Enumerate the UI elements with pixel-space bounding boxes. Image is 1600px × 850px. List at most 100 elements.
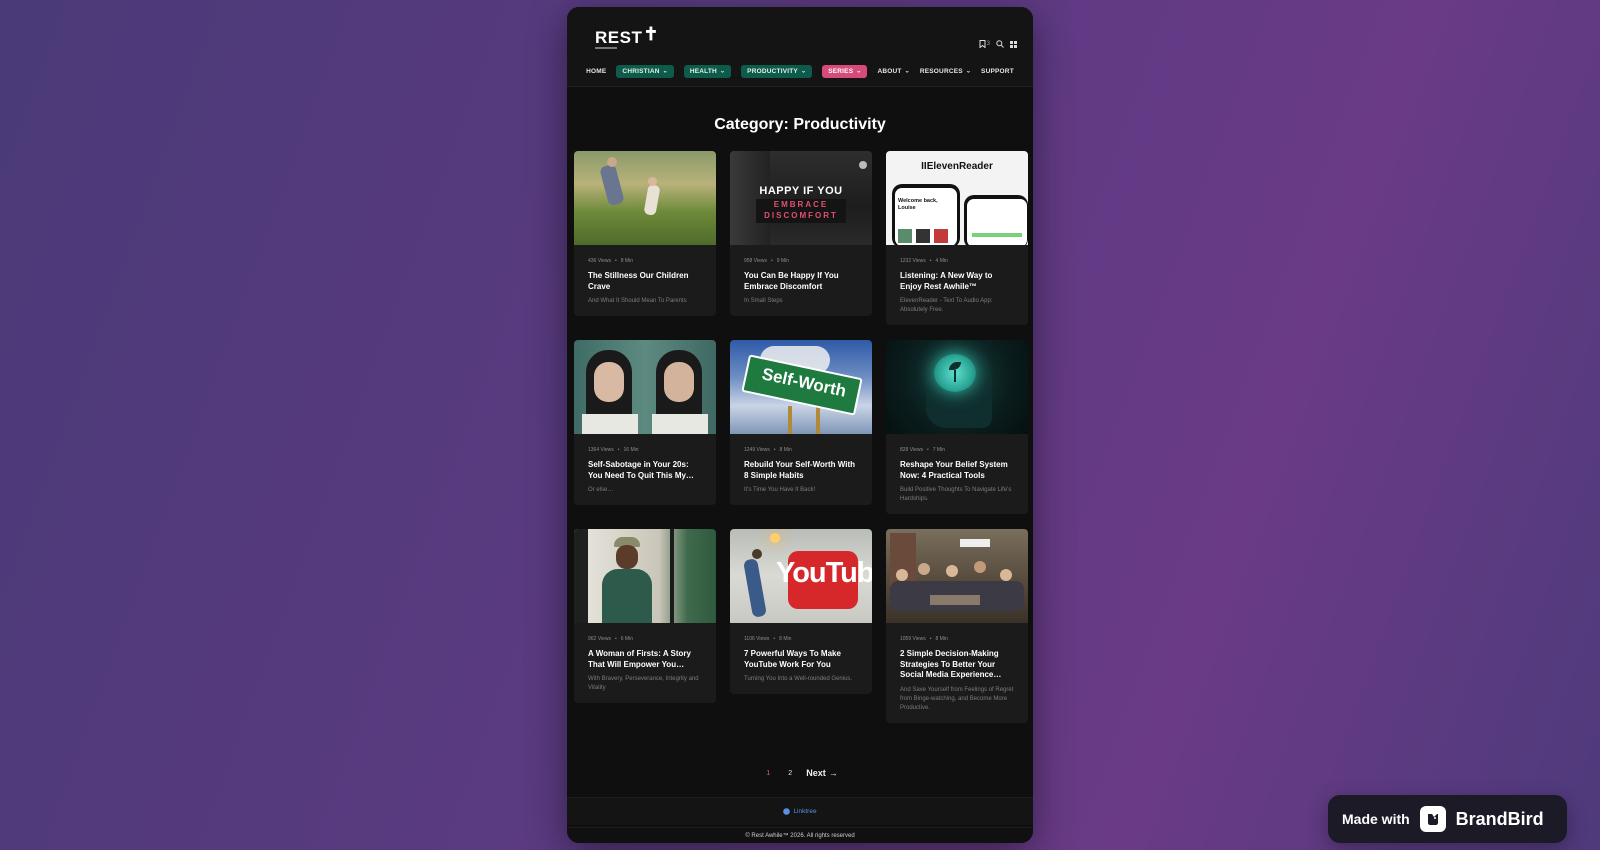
read-time: 8 Min xyxy=(779,636,792,642)
nav-label: HEALTH xyxy=(689,68,717,75)
post-card[interactable]: 436 Views • 8 Min The Stillness Our Childr… xyxy=(574,151,716,316)
post-thumbnail[interactable] xyxy=(574,340,716,434)
bookmark-button[interactable]: 3 xyxy=(979,40,990,48)
view-count: 1059 Views xyxy=(900,636,926,642)
next-page-button[interactable]: Next → xyxy=(806,768,838,778)
post-title[interactable]: 2 Simple Decision-Making Strategies To B… xyxy=(900,649,1014,681)
post-thumbnail[interactable]: YouTub xyxy=(730,529,872,623)
post-card[interactable]: Self-Worth 1249 Views • 8 Min Rebuild Your… xyxy=(730,340,872,505)
thumb-line-2: Welcome back, Louise xyxy=(898,198,938,211)
post-card[interactable]: 1059 Views • 8 Min 2 Simple Decision-Makin… xyxy=(886,529,1028,723)
post-thumbnail[interactable] xyxy=(574,529,716,623)
read-time: 8 Min xyxy=(935,636,948,642)
read-time: 6 Min xyxy=(620,636,633,642)
copyright: © Rest Awhile™ 2026. All rights reserved xyxy=(567,827,1033,843)
search-icon xyxy=(996,40,1004,48)
nav-label: HOME xyxy=(586,68,607,75)
page-link-1[interactable]: 1 xyxy=(762,767,774,779)
view-count: 436 Views xyxy=(588,258,611,264)
read-time: 8 Min xyxy=(620,258,633,264)
logo-text: REST xyxy=(595,28,643,47)
post-subtitle: And Save Yourself from Feelings of Regre… xyxy=(900,686,1014,711)
post-card[interactable]: HAPPY IF YOU EMBRACE DISCOMFORT 958 View… xyxy=(730,151,872,316)
post-title[interactable]: Rebuild Your Self-Worth With 8 Simple Ha… xyxy=(744,460,858,481)
nav-label: SUPPORT xyxy=(981,68,1014,75)
menu-grid-button[interactable] xyxy=(1010,40,1017,48)
read-time: 7 Min xyxy=(932,447,945,453)
post-card[interactable]: IIElevenReader Welcome back, Louise 1232… xyxy=(886,151,1028,325)
post-title[interactable]: You Can Be Happy If You Embrace Discomfo… xyxy=(744,271,858,292)
site-logo[interactable]: REST✝ xyxy=(595,24,659,48)
nav-item-support[interactable]: SUPPORT xyxy=(981,68,1014,75)
header-icons: 3 xyxy=(979,40,1017,48)
post-subtitle: Turning You Into a Well-rounded Genius. xyxy=(744,676,853,682)
nav-item-christian[interactable]: CHRISTIAN ⌄ xyxy=(616,65,674,78)
search-button[interactable] xyxy=(996,40,1004,48)
post-title[interactable]: The Stillness Our Children Crave xyxy=(588,271,702,292)
post-thumbnail[interactable] xyxy=(574,151,716,245)
post-title[interactable]: A Woman of Firsts: A Story That Will Emp… xyxy=(588,649,702,670)
post-subtitle: In Small Steps xyxy=(744,298,783,304)
view-count: 1364 Views xyxy=(588,447,614,453)
post-card[interactable]: 962 Views • 6 Min A Woman of Firsts: A Sto… xyxy=(574,529,716,703)
linktree-label: Linktree xyxy=(793,808,817,815)
view-count: 958 Views xyxy=(744,258,767,264)
post-thumbnail[interactable] xyxy=(886,529,1028,623)
next-label: Next xyxy=(806,768,826,778)
brandbird-logo-icon xyxy=(1419,806,1446,832)
nav-item-productivity[interactable]: PRODUCTIVITY ⌄ xyxy=(741,65,813,78)
brandbird-name: BrandBird xyxy=(1455,808,1544,829)
logo-underline xyxy=(595,47,617,49)
thumb-line-3: DISCOMFORT xyxy=(764,211,838,220)
post-subtitle: ElevenReader - Text To Audio App: Absolu… xyxy=(900,298,993,313)
view-count: 1106 Views xyxy=(744,636,770,642)
post-thumbnail[interactable]: HAPPY IF YOU EMBRACE DISCOMFORT xyxy=(730,151,872,245)
post-subtitle: With Bravery, Perseverance, Integrity an… xyxy=(588,676,699,691)
chevron-down-icon: ⌄ xyxy=(856,68,862,75)
grid-icon xyxy=(1010,40,1017,48)
chevron-down-icon: ⌄ xyxy=(800,68,807,75)
read-time: 9 Min xyxy=(776,258,789,264)
post-card[interactable]: YouTub 1106 Views • 8 Min 7 Powerful Ways … xyxy=(730,529,872,694)
brandbird-badge[interactable]: Made with BrandBird xyxy=(1328,795,1567,843)
page-link-2[interactable]: 2 xyxy=(784,767,796,779)
nav-item-resources[interactable]: RESOURCES ⌄ xyxy=(920,68,971,75)
linktree-icon xyxy=(783,808,791,815)
nav-item-health[interactable]: HEALTH ⌄ xyxy=(683,65,732,78)
chevron-down-icon: ⌄ xyxy=(965,68,972,75)
post-thumbnail[interactable]: IIElevenReader Welcome back, Louise xyxy=(886,151,1028,245)
nav-label: ABOUT xyxy=(877,68,902,75)
nav-item-series[interactable]: SERIES ⌄ xyxy=(822,65,868,78)
nav-label: PRODUCTIVITY xyxy=(747,68,798,75)
post-subtitle: It's Time You Have It Back! xyxy=(744,487,816,493)
post-thumbnail[interactable] xyxy=(886,340,1028,434)
cross-icon: ✝ xyxy=(643,24,659,44)
chevron-down-icon: ⌄ xyxy=(904,68,910,75)
post-title[interactable]: Self-Sabotage in Your 20s: You Need To Q… xyxy=(588,460,702,481)
post-title[interactable]: Reshape Your Belief System Now: 4 Practi… xyxy=(900,460,1014,481)
page-title: Category: Productivity xyxy=(714,116,886,133)
chevron-down-icon: ⌄ xyxy=(719,68,726,75)
bookmark-icon xyxy=(979,40,986,48)
post-title[interactable]: Listening: A New Way to Enjoy Rest Awhil… xyxy=(900,271,1014,292)
site-header: REST✝ 3 HOME CHRISTIAN ⌄ HEALTH ⌄ PRODUCTIVIT… xyxy=(567,7,1033,87)
pagination: 1 2 Next → xyxy=(567,767,1033,779)
post-card[interactable]: 828 Views • 7 Min Reshape Your Belief Syst… xyxy=(886,340,1028,514)
linktree-link[interactable]: Linktree xyxy=(783,808,817,815)
read-time: 16 Min xyxy=(623,447,639,453)
nav-item-about[interactable]: ABOUT ⌄ xyxy=(877,68,909,75)
view-count: 962 Views xyxy=(588,636,611,642)
thumb-line-2: EMBRACE xyxy=(773,200,829,209)
view-count: 1249 Views xyxy=(744,447,770,453)
nav-label: RESOURCES xyxy=(919,68,963,75)
nav-label: SERIES xyxy=(828,68,854,75)
arrow-right-icon: → xyxy=(828,768,838,778)
thumb-headline: YouTub xyxy=(776,557,872,589)
read-time: 8 Min xyxy=(779,447,792,453)
post-title[interactable]: 7 Powerful Ways To Make YouTube Work For… xyxy=(744,649,858,670)
nav-item-home[interactable]: HOME xyxy=(586,68,606,75)
post-card[interactable]: 1364 Views • 16 Min Self-Sabotage in Your … xyxy=(574,340,716,505)
post-grid: 436 Views • 8 Min The Stillness Our Childr… xyxy=(574,151,1028,738)
post-thumbnail[interactable]: Self-Worth xyxy=(730,340,872,434)
post-subtitle: And What It Should Mean To Parents xyxy=(588,298,687,304)
